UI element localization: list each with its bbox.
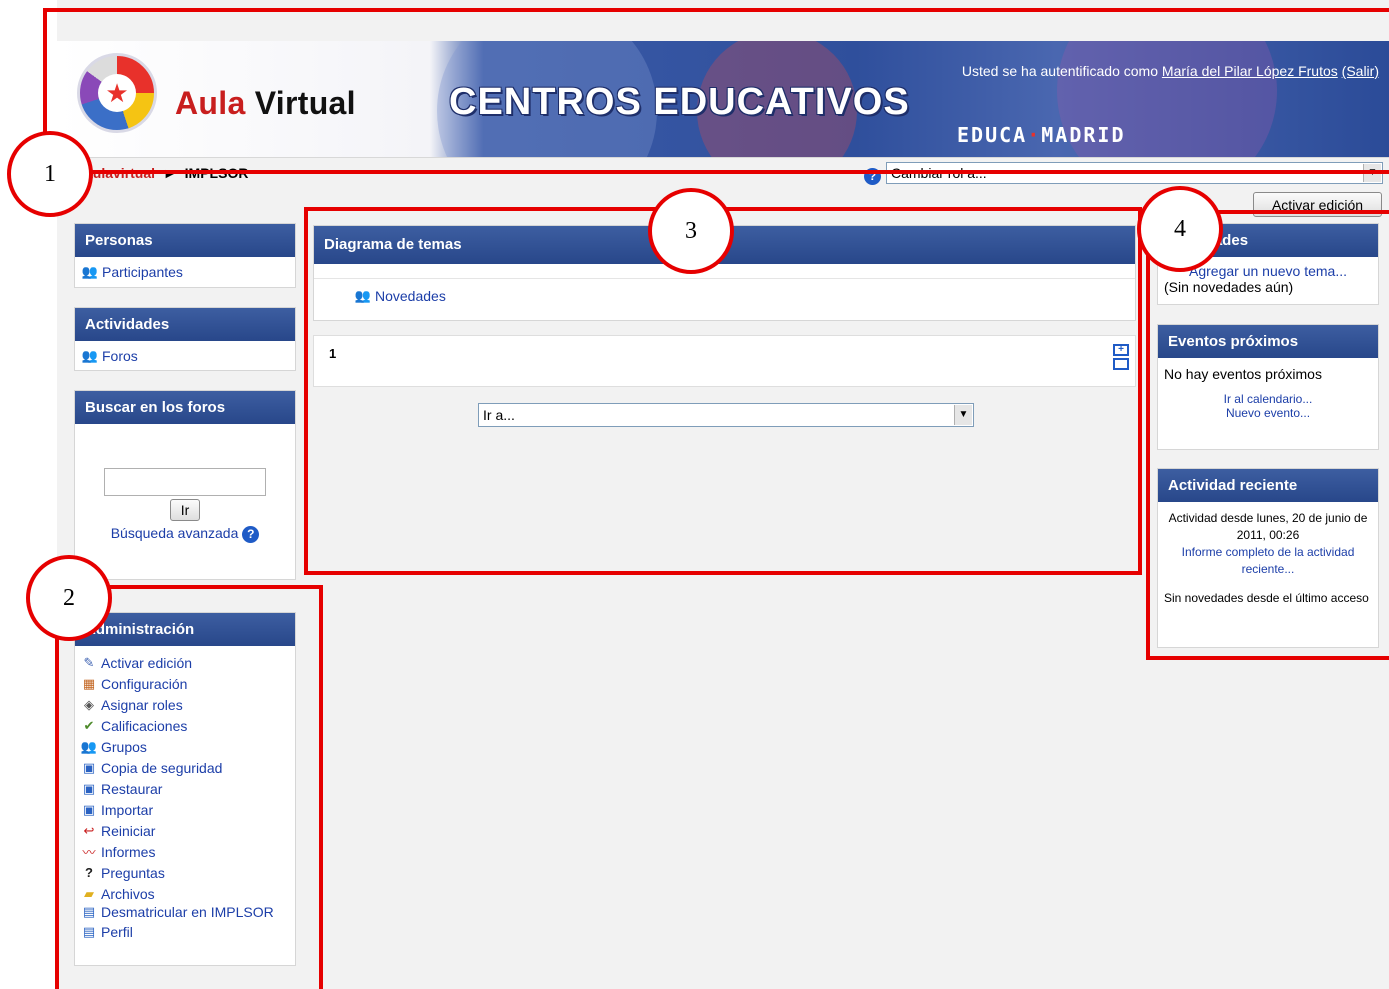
admin-item-desmatricular[interactable]: ▤ Desmatricular en IMPLSOR xyxy=(80,904,290,921)
folder-icon: ▰ xyxy=(84,885,94,901)
brand-title: Aula Virtual xyxy=(175,85,356,121)
backup-icon: ▣ xyxy=(82,759,96,775)
block-title: Eventos próximos xyxy=(1158,325,1378,358)
forum-icon: 👥 xyxy=(354,288,372,303)
section-number: 1 xyxy=(329,346,337,361)
settings-icon: ▦ xyxy=(82,675,96,691)
site-header: ★ Aula Virtual CENTROS EDUCATIVOS EDUCA·… xyxy=(57,41,1389,157)
admin-item-configuracion[interactable]: ▦ Configuración xyxy=(80,673,290,694)
personas-block: Personas 👥 Participantes xyxy=(74,223,296,288)
reports-icon: 〰 xyxy=(82,845,96,860)
news-row: 👥 Novedades xyxy=(314,278,1135,322)
block-title: Personas xyxy=(75,224,295,257)
centros-educativos-title: CENTROS EDUCATIVOS xyxy=(449,81,910,123)
block-title: Buscar en los foros xyxy=(75,391,295,424)
annotation-number-2: 2 xyxy=(26,555,112,641)
logout-link[interactable]: (Salir) xyxy=(1342,63,1379,79)
questions-icon: ? xyxy=(85,865,93,880)
admin-item-informes[interactable]: 〰 Informes xyxy=(80,841,290,862)
admin-item-copia-seguridad[interactable]: ▣ Copia de seguridad xyxy=(80,757,290,778)
import-icon: ▣ xyxy=(82,801,96,817)
no-events-text: No hay eventos próximos xyxy=(1164,366,1322,382)
search-input[interactable] xyxy=(104,468,266,496)
user-name-link[interactable]: María del Pilar López Frutos xyxy=(1162,63,1338,79)
groups-icon: 👥 xyxy=(80,738,98,754)
unenrol-icon: ▤ xyxy=(82,904,96,919)
forum-icon: 👥 xyxy=(81,347,99,363)
admin-item-calificaciones[interactable]: ✔ Calificaciones xyxy=(80,715,290,736)
annotation-number-1: 1 xyxy=(7,131,93,217)
grades-icon: ✔ xyxy=(83,717,95,733)
foros-link[interactable]: 👥 Foros xyxy=(81,345,289,366)
actividades-block: Actividades 👥 Foros xyxy=(74,307,296,371)
breadcrumb: aulavirtual ► IMPLSOR xyxy=(85,165,249,181)
admin-item-importar[interactable]: ▣ Importar xyxy=(80,799,290,820)
restore-icon: ▣ xyxy=(82,780,96,796)
participantes-link[interactable]: 👥 Participantes xyxy=(81,261,289,282)
admin-item-reiniciar[interactable]: ↩ Reiniciar xyxy=(80,820,290,841)
search-go-button[interactable]: Ir xyxy=(170,499,200,521)
novedades-link[interactable]: 👥 Novedades xyxy=(354,283,1095,309)
roles-icon: ◈ xyxy=(84,696,94,712)
upcoming-events-block: Eventos próximos No hay eventos próximos… xyxy=(1157,324,1379,450)
block-title: Administración xyxy=(75,613,295,646)
reset-arrow-icon: ↩ xyxy=(83,822,95,838)
recent-activity-block: Actividad reciente Actividad desde lunes… xyxy=(1157,468,1379,648)
role-select[interactable]: Cambiar rol a... ▼ xyxy=(886,162,1383,184)
admin-item-archivos[interactable]: ▰ Archivos xyxy=(80,883,290,904)
educamadrid-logo: EDUCA·MADRID xyxy=(957,123,1126,147)
aula-virtual-logo: ★ xyxy=(77,53,157,133)
login-info: Usted se ha autentificado como María del… xyxy=(961,63,1379,79)
calendar-link[interactable]: Ir al calendario... xyxy=(1164,392,1372,406)
help-icon[interactable]: ? xyxy=(864,168,881,185)
pencil-icon: ✎ xyxy=(83,654,95,670)
chevron-down-icon: ▼ xyxy=(954,405,972,425)
chevron-down-icon: ▼ xyxy=(1363,164,1381,182)
help-icon[interactable]: ? xyxy=(242,525,260,543)
block-title: Actividad reciente xyxy=(1158,469,1378,502)
administration-block: Administración ✎ Activar edición ▦ Configu… xyxy=(74,612,296,966)
admin-item-activar-edicion[interactable]: ✎ Activar edición xyxy=(80,652,290,673)
admin-item-grupos[interactable]: 👥 Grupos xyxy=(80,736,290,757)
profile-icon: ▤ xyxy=(82,923,96,939)
annotation-number-4: 4 xyxy=(1137,186,1223,272)
goto-section-select[interactable]: Ir a... ▼ xyxy=(478,403,974,427)
topic-section-1: 1 + xyxy=(313,335,1136,387)
new-event-link[interactable]: Nuevo evento... xyxy=(1164,406,1372,420)
full-report-link[interactable]: Informe completo de la actividad recient… xyxy=(1164,544,1372,578)
expand-section-icon[interactable]: + xyxy=(1113,344,1129,370)
admin-item-perfil[interactable]: ▤ Perfil xyxy=(80,921,290,942)
people-icon: 👥 xyxy=(81,263,99,279)
no-updates-text: Sin novedades desde el último acceso xyxy=(1164,591,1369,605)
activity-since-text: Actividad desde lunes, 20 de junio de 20… xyxy=(1168,511,1368,542)
advanced-search-link[interactable]: Búsqueda avanzada xyxy=(111,525,239,541)
breadcrumb-course: IMPLSOR xyxy=(184,165,249,181)
no-news-text: (Sin novedades aún) xyxy=(1164,279,1294,295)
breadcrumb-home-link[interactable]: aulavirtual xyxy=(85,165,155,181)
admin-item-preguntas[interactable]: ? Preguntas xyxy=(80,862,290,883)
search-forums-block: Buscar en los foros Ir Búsqueda avanzada… xyxy=(74,390,296,580)
admin-item-restaurar[interactable]: ▣ Restaurar xyxy=(80,778,290,799)
admin-item-asignar-roles[interactable]: ◈ Asignar roles xyxy=(80,694,290,715)
annotation-number-3: 3 xyxy=(648,188,734,274)
activate-edit-button[interactable]: Activar edición xyxy=(1253,192,1382,217)
block-title: Actividades xyxy=(75,308,295,341)
